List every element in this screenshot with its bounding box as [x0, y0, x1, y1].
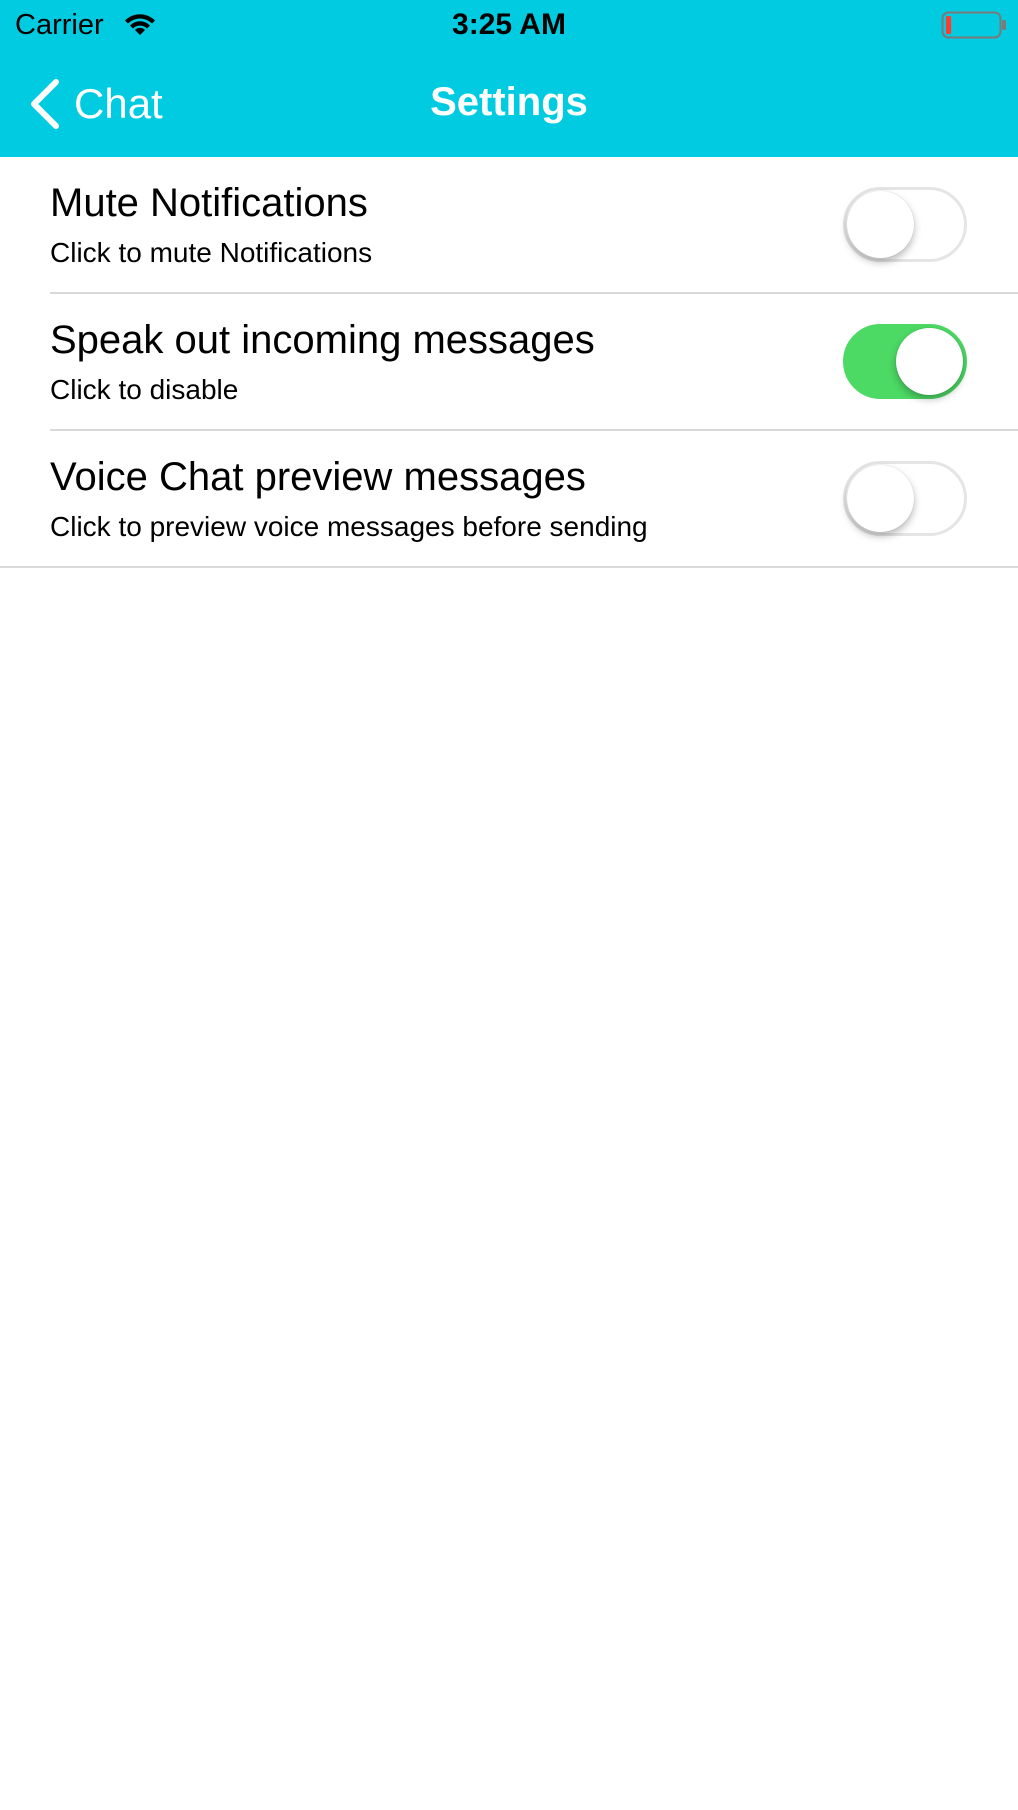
toggle-knob — [847, 465, 914, 532]
status-time: 3:25 AM — [452, 8, 566, 41]
toggle-knob — [847, 191, 914, 258]
status-bar: Carrier 3:25 AM — [0, 0, 1018, 50]
setting-subtitle: Click to disable — [50, 374, 239, 405]
page-title: Settings — [430, 80, 588, 124]
speak-out-messages-toggle[interactable] — [843, 324, 967, 399]
setting-row-mute-notifications[interactable]: Mute Notifications Click to mute Notific… — [0, 157, 1018, 294]
battery-low-icon — [941, 11, 1006, 39]
toggle-knob — [896, 328, 963, 395]
top-bar: Carrier 3:25 AM Chat Settings — [0, 0, 1018, 157]
list-bottom-divider — [0, 566, 1018, 568]
setting-row-voice-chat-preview[interactable]: Voice Chat preview messages Click to pre… — [0, 431, 1018, 568]
mute-notifications-toggle[interactable] — [843, 187, 967, 262]
setting-subtitle: Click to mute Notifications — [50, 237, 373, 268]
setting-title: Mute Notifications — [50, 181, 368, 225]
settings-list: Mute Notifications Click to mute Notific… — [0, 157, 1018, 568]
setting-title: Voice Chat preview messages — [50, 455, 586, 499]
setting-subtitle: Click to preview voice messages before s… — [50, 511, 648, 542]
setting-title: Speak out incoming messages — [50, 318, 595, 362]
setting-row-speak-out-messages[interactable]: Speak out incoming messages Click to dis… — [0, 294, 1018, 431]
voice-chat-preview-toggle[interactable] — [843, 461, 967, 536]
nav-bar: Chat Settings — [0, 50, 1018, 157]
